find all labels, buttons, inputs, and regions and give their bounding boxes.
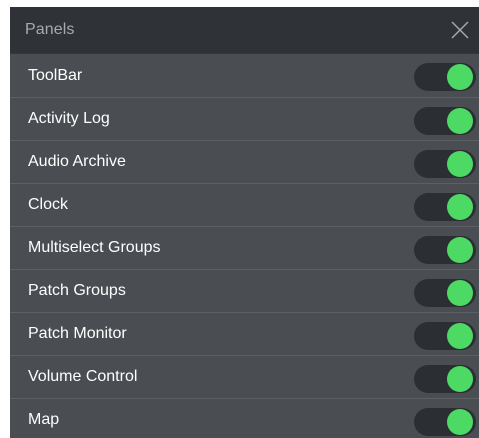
panel-label: Map <box>28 411 60 428</box>
panels-header: Panels <box>10 7 479 54</box>
toggle-knob <box>447 194 473 220</box>
panel-row-activity-log: Activity Log <box>10 97 479 140</box>
toggle-knob <box>447 409 473 435</box>
toggle-knob <box>447 151 473 177</box>
panel-row-multiselect-groups: Multiselect Groups <box>10 226 479 269</box>
panels-list: ToolBar Activity Log Audio Archive Clock… <box>10 54 479 438</box>
activity-log-toggle[interactable] <box>414 107 476 135</box>
toggle-knob <box>447 280 473 306</box>
panel-row-patch-monitor: Patch Monitor <box>10 312 479 355</box>
audio-archive-toggle[interactable] <box>414 150 476 178</box>
toggle-knob <box>447 366 473 392</box>
close-icon <box>451 21 469 39</box>
panel-label: Volume Control <box>28 368 138 385</box>
patch-monitor-toggle[interactable] <box>414 322 476 350</box>
panels-dialog: Panels ToolBar Activity Log Audio Archiv… <box>10 7 479 438</box>
panel-row-audio-archive: Audio Archive <box>10 140 479 183</box>
toggle-knob <box>447 108 473 134</box>
panel-row-toolbar: ToolBar <box>10 54 479 97</box>
panels-title: Panels <box>25 21 75 38</box>
clock-toggle[interactable] <box>414 193 476 221</box>
panel-label: Clock <box>28 196 69 213</box>
patch-groups-toggle[interactable] <box>414 279 476 307</box>
panel-label: Audio Archive <box>28 153 126 170</box>
multiselect-groups-toggle[interactable] <box>414 236 476 264</box>
panel-label: Activity Log <box>28 110 110 127</box>
panel-row-patch-groups: Patch Groups <box>10 269 479 312</box>
panel-label: Patch Groups <box>28 282 126 299</box>
panel-row-clock: Clock <box>10 183 479 226</box>
panel-label: ToolBar <box>28 66 83 84</box>
toggle-knob <box>447 237 473 263</box>
toggle-knob <box>447 323 473 349</box>
panel-row-map: Map <box>10 398 479 438</box>
close-button[interactable] <box>449 19 471 41</box>
map-toggle[interactable] <box>414 408 476 436</box>
volume-control-toggle[interactable] <box>414 365 476 393</box>
panel-row-volume-control: Volume Control <box>10 355 479 398</box>
toggle-knob <box>447 64 473 90</box>
toolbar-toggle[interactable] <box>414 63 476 91</box>
panel-label: Multiselect Groups <box>28 239 161 256</box>
panel-label: Patch Monitor <box>28 325 127 342</box>
